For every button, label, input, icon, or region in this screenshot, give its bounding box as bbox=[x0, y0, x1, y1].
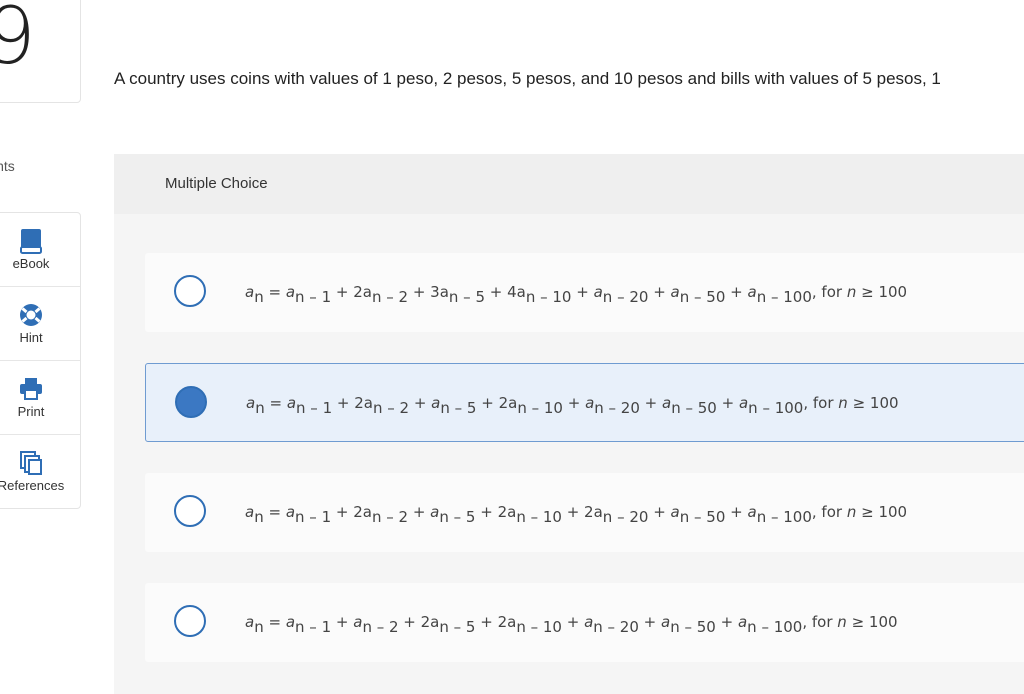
radio-button[interactable] bbox=[174, 605, 206, 637]
tools-panel: eBook Hint Print References bbox=[0, 212, 81, 509]
answer-option-2[interactable]: an = an – 1 + 2an – 2 + an – 5 + 2an – 1… bbox=[145, 363, 1024, 442]
question-text: A country uses coins with values of 1 pe… bbox=[114, 69, 941, 88]
hint-label: Hint bbox=[19, 330, 43, 345]
question-number: 9 bbox=[0, 0, 36, 82]
ebook-label: eBook bbox=[12, 256, 50, 271]
multiple-choice-panel: Multiple Choice an = an – 1 + 2an – 2 + … bbox=[114, 154, 1024, 694]
points-label: ints bbox=[0, 158, 15, 174]
ebook-button[interactable]: eBook bbox=[0, 213, 80, 287]
multiple-choice-title: Multiple Choice bbox=[165, 175, 268, 192]
answer-option-1[interactable]: an = an – 1 + 2an – 2 + 3an – 5 + 4an – … bbox=[145, 253, 1024, 332]
answer-option-4[interactable]: an = an – 1 + an – 2 + 2an – 5 + 2an – 1… bbox=[145, 583, 1024, 662]
option-formula: an = an – 1 + 2an – 2 + an – 5 + 2an – 1… bbox=[245, 503, 908, 526]
lifebuoy-icon bbox=[20, 304, 42, 326]
option-formula: an = an – 1 + an – 2 + 2an – 5 + 2an – 1… bbox=[245, 613, 898, 636]
references-button[interactable]: References bbox=[0, 435, 80, 508]
radio-button[interactable] bbox=[174, 495, 206, 527]
answer-option-3[interactable]: an = an – 1 + 2an – 2 + an – 5 + 2an – 1… bbox=[145, 473, 1024, 552]
copy-pages-icon bbox=[20, 451, 42, 475]
option-formula: an = an – 1 + 2an – 2 + an – 5 + 2an – 1… bbox=[246, 394, 899, 417]
option-formula: an = an – 1 + 2an – 2 + 3an – 5 + 4an – … bbox=[245, 283, 908, 306]
print-label: Print bbox=[17, 404, 45, 419]
book-icon bbox=[20, 229, 42, 254]
question-number-card: 9 bbox=[0, 0, 81, 103]
references-label: References bbox=[0, 478, 65, 493]
radio-button[interactable] bbox=[175, 386, 207, 418]
radio-button[interactable] bbox=[174, 275, 206, 307]
printer-icon bbox=[20, 378, 42, 400]
multiple-choice-header: Multiple Choice bbox=[114, 154, 1024, 214]
print-button[interactable]: Print bbox=[0, 361, 80, 435]
hint-button[interactable]: Hint bbox=[0, 287, 80, 361]
